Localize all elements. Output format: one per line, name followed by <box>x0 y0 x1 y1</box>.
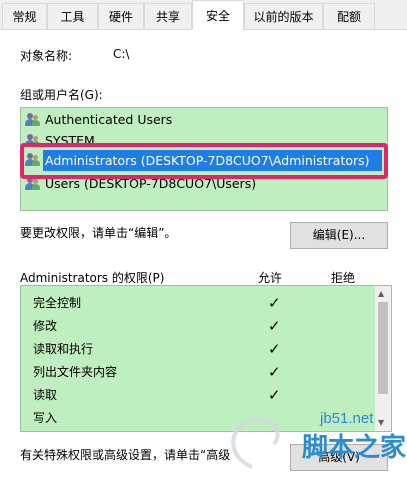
scroll-up-icon[interactable]: ▲ <box>378 289 384 298</box>
list-item-label: Authenticated Users <box>45 112 173 127</box>
users-icon <box>25 153 41 167</box>
list-item-label: Administrators (DESKTOP-7D8CUO7\Administ… <box>45 153 370 168</box>
users-icon <box>25 176 41 191</box>
deny-header: 拒绝 <box>331 271 356 285</box>
list-item-system[interactable]: SYSTEM <box>25 130 95 151</box>
tab-security[interactable]: 安全 <box>192 0 244 30</box>
allow-check: ✓ <box>268 317 281 335</box>
tab-previous-versions[interactable]: 以前的版本 <box>244 3 323 29</box>
tab-general[interactable]: 常规 <box>2 3 47 29</box>
users-icon <box>25 112 41 127</box>
permissions-header: Administrators 的权限(P) <box>20 271 165 285</box>
list-item-users[interactable]: Users (DESKTOP-7D8CUO7\Users) <box>25 173 256 194</box>
permission-read: 读取 <box>33 388 58 402</box>
allow-check: ✓ <box>268 294 281 312</box>
object-name-label: 对象名称: <box>20 49 73 63</box>
watermark-domain: jb51.net <box>320 410 374 427</box>
allow-check: ✓ <box>268 340 281 358</box>
permission-write: 写入 <box>33 411 58 425</box>
users-icon <box>25 133 41 148</box>
list-item-authenticated-users[interactable]: Authenticated Users <box>25 109 172 130</box>
list-item-label: Users (DESKTOP-7D8CUO7\Users) <box>45 176 257 191</box>
permission-list-folder: 列出文件夹内容 <box>33 365 118 379</box>
edit-hint: 要更改权限，请单击“编辑”。 <box>20 226 177 240</box>
list-item-label: SYSTEM <box>45 133 95 148</box>
list-item-administrators[interactable]: Administrators (DESKTOP-7D8CUO7\Administ… <box>43 150 382 171</box>
allow-check: ✓ <box>268 363 281 381</box>
allow-check: ✓ <box>268 386 281 404</box>
object-name-value: C:\ <box>113 47 130 61</box>
site-watermark: jb51.net 脚本之家 <box>222 410 407 477</box>
tab-quota[interactable]: 配额 <box>323 3 375 29</box>
groups-label: 组或用户名(G): <box>20 88 103 102</box>
tab-tools[interactable]: 工具 <box>47 3 98 29</box>
allow-header: 允许 <box>258 271 283 285</box>
advanced-hint: 有关特殊权限或高级设置，请单击“高级 <box>20 448 231 462</box>
swirl-logo-icon <box>231 417 280 469</box>
tab-bar: 常规 工具 硬件 共享 安全 以前的版本 配额 <box>0 0 407 30</box>
groups-list[interactable]: Authenticated Users SYSTEM Administrator… <box>20 107 388 211</box>
watermark-title: 脚本之家 <box>302 433 407 463</box>
permission-modify: 修改 <box>33 319 58 333</box>
permission-read-execute: 读取和执行 <box>33 342 94 356</box>
tab-hardware[interactable]: 硬件 <box>98 3 144 29</box>
tab-sharing[interactable]: 共享 <box>144 3 192 29</box>
scroll-thumb[interactable] <box>378 302 388 394</box>
permission-full-control: 完全控制 <box>33 296 82 310</box>
edit-button[interactable]: 编辑(E)... <box>290 222 388 249</box>
